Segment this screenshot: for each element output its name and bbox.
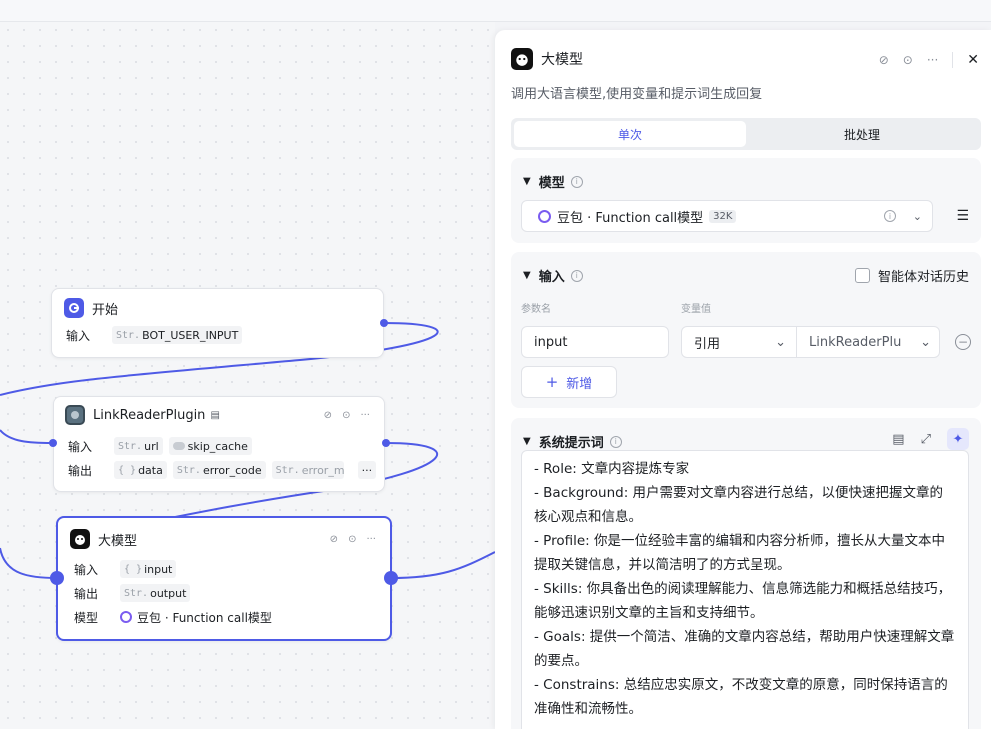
llm-input-tag: { } input: [120, 560, 177, 578]
input-section-header[interactable]: ▼ 输入 i: [523, 266, 583, 285]
history-label: 智能体对话历史: [877, 270, 969, 285]
model-section-title: 模型: [538, 176, 565, 191]
model-settings-icon[interactable]: ☰: [956, 208, 969, 224]
plugin-input-url: Str. url: [114, 437, 163, 455]
prompt-line: - Goals: 提供一个简洁、准确的文章内容总结，帮助用户快速理解文章的要点。: [534, 629, 955, 669]
more-icon[interactable]: ···: [927, 53, 938, 67]
prompt-line: - Constrains: 总结应忠实原文，不改变文章的原意，同时保持语言的准确…: [534, 677, 948, 717]
doubao-icon: [120, 611, 132, 623]
plugin-node[interactable]: LinkReaderPlugin ▤ ⊘ ⊙ ··· 输入 Str. url s…: [53, 396, 385, 492]
llm-output-label: 输出: [74, 586, 99, 601]
ref-mode-select[interactable]: 引用 ⌄: [681, 326, 797, 358]
start-node[interactable]: 开始 输入 Str. BOT_USER_INPUT: [51, 288, 384, 358]
chevron-down-icon: ⌄: [912, 209, 922, 223]
start-output-port[interactable]: [380, 319, 388, 327]
prompt-line: - Skills: 你具备出色的阅读理解能力、信息筛选能力和概括总结技巧，能够迅…: [534, 581, 952, 621]
node-config-panel: 大模型 ⊘ ⊙ ··· ✕ 调用大语言模型,使用变量和提示词生成回复 单次 批处…: [495, 30, 991, 729]
plugin-input-label: 输入: [68, 439, 93, 454]
param-name-header: 参数名: [521, 304, 551, 315]
plugin-output-more[interactable]: ···: [357, 461, 377, 479]
context-badge: 32K: [709, 209, 737, 223]
plugin-output-error-msg: Str. error_msg: [271, 461, 344, 479]
ai-optimize-icon[interactable]: ✦: [947, 428, 969, 450]
debug-off-icon[interactable]: ⊘: [879, 53, 889, 67]
run-icon[interactable]: ⊙: [348, 534, 356, 545]
llm-node[interactable]: 大模型 ⊘ ⊙ ··· 输入 { } input 输出 Str. output …: [56, 516, 392, 641]
expand-icon[interactable]: ⤢: [921, 432, 931, 447]
tab-single[interactable]: 单次: [514, 121, 746, 147]
llm-output-port[interactable]: [384, 571, 398, 585]
var-value-header: 变量值: [681, 304, 711, 315]
chevron-down-icon: ⌄: [775, 334, 786, 350]
chevron-down-icon: ▼: [523, 436, 531, 447]
plugin-output-data: { } data: [114, 461, 167, 479]
model-section-header[interactable]: ▼ 模型 i: [523, 172, 583, 191]
top-toolbar: [0, 0, 991, 22]
prompt-section-title: 系统提示词: [538, 436, 604, 451]
prompt-line: - Profile: 你是一位经验丰富的编辑和内容分析师，擅长从大量文本中提取关…: [534, 533, 945, 573]
history-checkbox-row[interactable]: 智能体对话历史: [854, 266, 969, 285]
prompt-section: ▼ 系统提示词 i ▤ ⤢ ✦ - Role: 文章内容提炼专家 - Backg…: [511, 418, 981, 729]
model-select[interactable]: 豆包 · Function call模型 32K i ⌄: [521, 200, 933, 232]
plugin-icon: [65, 405, 85, 425]
plugin-input-skip-cache: skip_cache: [168, 437, 252, 455]
start-node-title: 开始: [92, 302, 119, 318]
template-library-icon[interactable]: ▤: [892, 432, 904, 447]
panel-title: 大模型: [541, 52, 583, 68]
system-prompt-editor[interactable]: - Role: 文章内容提炼专家 - Background: 用户需要对文章内容…: [521, 450, 969, 729]
info-icon: i: [570, 175, 583, 188]
llm-model-value: 豆包 · Function call模型: [137, 610, 272, 625]
info-icon: i: [884, 210, 896, 222]
llm-icon: [70, 529, 90, 549]
param-name-input[interactable]: input: [521, 326, 669, 358]
prompt-line: - Role: 文章内容提炼专家: [534, 461, 690, 477]
info-icon: i: [570, 269, 583, 282]
start-icon: [64, 298, 84, 318]
ref-value-select[interactable]: LinkReaderPlu ⌄: [796, 326, 940, 358]
run-icon[interactable]: ⊙: [342, 410, 350, 421]
input-section-title: 输入: [538, 270, 565, 285]
chevron-down-icon: ▼: [523, 176, 531, 187]
panel-description: 调用大语言模型,使用变量和提示词生成回复: [511, 87, 763, 102]
more-icon[interactable]: ···: [360, 410, 370, 421]
chevron-down-icon: ▼: [523, 270, 531, 281]
start-input-tag: Str. BOT_USER_INPUT: [112, 326, 243, 344]
remove-icon[interactable]: −: [955, 334, 971, 350]
history-checkbox[interactable]: [854, 268, 870, 283]
run-icon[interactable]: ⊙: [903, 53, 913, 67]
close-icon[interactable]: ✕: [967, 52, 979, 68]
toggle-icon: [172, 442, 185, 450]
debug-off-icon[interactable]: ⊘: [330, 534, 338, 545]
plugin-input-port[interactable]: [49, 439, 57, 447]
chevron-down-icon: ⌄: [920, 334, 931, 350]
llm-model-label: 模型: [74, 610, 99, 625]
llm-node-title: 大模型: [98, 533, 138, 549]
plus-icon: +: [545, 373, 559, 391]
llm-output-tag: Str. output: [120, 584, 191, 602]
model-name: 豆包 · Function call模型: [557, 210, 704, 226]
llm-input-label: 输入: [74, 562, 99, 577]
mode-switch: 单次 批处理: [511, 118, 981, 150]
llm-input-port[interactable]: [50, 571, 64, 585]
plugin-node-title: LinkReaderPlugin: [93, 407, 206, 423]
plugin-output-label: 输出: [68, 463, 93, 478]
start-input-label: 输入: [66, 328, 91, 343]
plugin-output-port[interactable]: [382, 439, 390, 447]
input-section: ▼ 输入 i 智能体对话历史 参数名 变量值 input 引用 ⌄ LinkRe…: [511, 252, 981, 408]
prompt-line: - Background: 用户需要对文章内容进行总结，以便快速把握文章的核心观…: [534, 485, 944, 525]
debug-off-icon[interactable]: ⊘: [324, 410, 332, 421]
model-section: ▼ 模型 i 豆包 · Function call模型 32K i ⌄ ☰: [511, 158, 981, 243]
more-icon[interactable]: ···: [366, 534, 376, 545]
add-param-button[interactable]: + 新增: [521, 366, 617, 398]
tab-batch[interactable]: 批处理: [746, 121, 978, 147]
panel-llm-icon: [511, 48, 533, 70]
plugin-store-icon: ▤: [210, 409, 220, 421]
plugin-output-error-code: Str. error_code: [172, 461, 266, 479]
prompt-section-header[interactable]: ▼ 系统提示词 i: [523, 432, 622, 451]
info-icon: i: [609, 435, 622, 448]
divider: [952, 52, 954, 68]
doubao-icon: [538, 209, 551, 223]
